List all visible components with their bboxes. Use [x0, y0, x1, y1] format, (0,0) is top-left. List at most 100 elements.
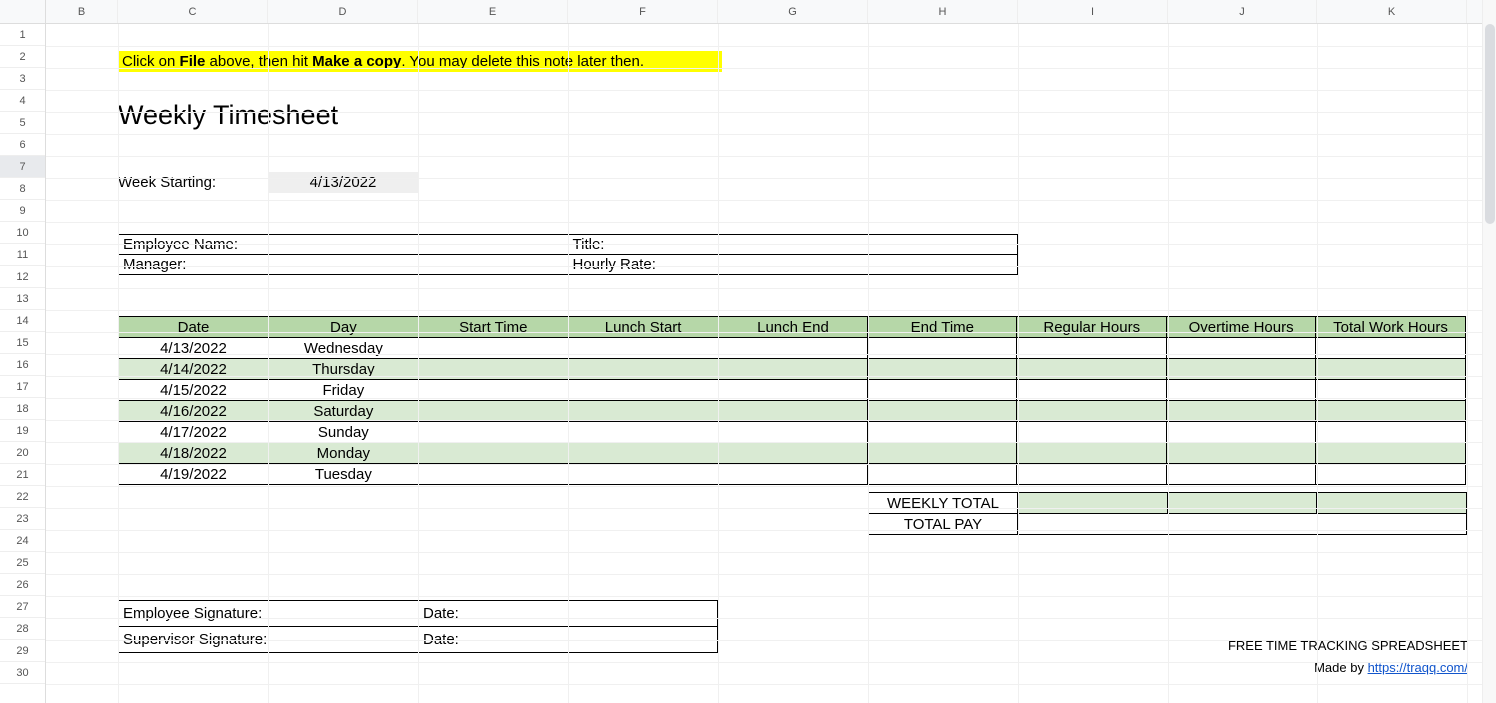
column-header[interactable]: K [1317, 0, 1467, 23]
cell-overtime[interactable] [1167, 464, 1316, 485]
cell-date[interactable]: 4/17/2022 [119, 422, 269, 443]
weekly-total-total[interactable] [1317, 493, 1467, 514]
row-header[interactable]: 6 [0, 134, 45, 156]
header-day[interactable]: Day [268, 317, 418, 338]
row-header[interactable]: 28 [0, 618, 45, 640]
cell-total[interactable] [1316, 464, 1466, 485]
row-header[interactable]: 11 [0, 244, 45, 266]
cell-end[interactable] [868, 422, 1017, 443]
cell-regular[interactable] [1017, 464, 1167, 485]
row-header[interactable]: 29 [0, 640, 45, 662]
cell-start[interactable] [418, 464, 568, 485]
cell-date[interactable]: 4/13/2022 [119, 338, 269, 359]
cell-grid[interactable]: Click on File above, then hit Make a cop… [46, 24, 1496, 703]
cell-total[interactable] [1316, 422, 1466, 443]
row-header[interactable]: 20 [0, 442, 45, 464]
weekly-total-overtime[interactable] [1168, 493, 1317, 514]
column-header[interactable]: H [868, 0, 1018, 23]
cell-day[interactable]: Wednesday [268, 338, 418, 359]
cell-end[interactable] [868, 338, 1017, 359]
header-lunch-start[interactable]: Lunch Start [568, 317, 718, 338]
column-header[interactable]: I [1018, 0, 1168, 23]
cell-overtime[interactable] [1167, 422, 1316, 443]
row-header[interactable]: 9 [0, 200, 45, 222]
column-header[interactable]: B [46, 0, 118, 23]
cell-regular[interactable] [1017, 443, 1167, 464]
weekly-total-label[interactable]: WEEKLY TOTAL [869, 493, 1018, 514]
column-header[interactable]: C [118, 0, 268, 23]
cell-overtime[interactable] [1167, 401, 1316, 422]
cell-end[interactable] [868, 443, 1017, 464]
cell-lunch-end[interactable] [718, 338, 868, 359]
hourly-rate-label[interactable]: Hourly Rate: [568, 255, 1018, 275]
header-lunch-end[interactable]: Lunch End [718, 317, 868, 338]
row-header[interactable]: 13 [0, 288, 45, 310]
cell-lunch-start[interactable] [568, 338, 718, 359]
row-header[interactable]: 23 [0, 508, 45, 530]
weekly-total-regular[interactable] [1018, 493, 1168, 514]
row-header[interactable]: 21 [0, 464, 45, 486]
cell-lunch-start[interactable] [568, 464, 718, 485]
row-header[interactable]: 24 [0, 530, 45, 552]
row-header[interactable]: 3 [0, 68, 45, 90]
row-header[interactable]: 27 [0, 596, 45, 618]
cell-date[interactable]: 4/19/2022 [119, 464, 269, 485]
header-end-time[interactable]: End Time [868, 317, 1017, 338]
row-header[interactable]: 30 [0, 662, 45, 684]
row-header[interactable]: 14 [0, 310, 45, 332]
row-header[interactable]: 26 [0, 574, 45, 596]
header-overtime-hours[interactable]: Overtime Hours [1167, 317, 1316, 338]
manager-label[interactable]: Manager: [119, 255, 569, 275]
total-pay-value[interactable] [1018, 514, 1467, 535]
row-header[interactable]: 5 [0, 112, 45, 134]
row-header[interactable]: 19 [0, 420, 45, 442]
cell-total[interactable] [1316, 443, 1466, 464]
cell-regular[interactable] [1017, 401, 1167, 422]
cell-lunch-start[interactable] [568, 401, 718, 422]
cell-overtime[interactable] [1167, 338, 1316, 359]
week-starting-value[interactable]: 4/13/2022 [268, 172, 418, 193]
cell-day[interactable]: Sunday [268, 422, 418, 443]
cell-total[interactable] [1316, 401, 1466, 422]
cell-regular[interactable] [1017, 338, 1167, 359]
cell-lunch-end[interactable] [718, 464, 868, 485]
row-header[interactable]: 15 [0, 332, 45, 354]
cell-lunch-end[interactable] [718, 401, 868, 422]
cell-end[interactable] [868, 464, 1017, 485]
row-header[interactable]: 10 [0, 222, 45, 244]
cell-overtime[interactable] [1167, 443, 1316, 464]
cell-day[interactable]: Monday [268, 443, 418, 464]
row-header[interactable]: 2 [0, 46, 45, 68]
header-date[interactable]: Date [119, 317, 269, 338]
row-header[interactable]: 1 [0, 24, 45, 46]
cell-regular[interactable] [1017, 422, 1167, 443]
row-header[interactable]: 18 [0, 398, 45, 420]
header-total-work-hours[interactable]: Total Work Hours [1316, 317, 1466, 338]
column-header[interactable]: E [418, 0, 568, 23]
header-start-time[interactable]: Start Time [418, 317, 568, 338]
cell-end[interactable] [868, 401, 1017, 422]
total-pay-label[interactable]: TOTAL PAY [869, 514, 1018, 535]
cell-lunch-end[interactable] [718, 443, 868, 464]
cell-lunch-start[interactable] [568, 422, 718, 443]
column-header[interactable]: D [268, 0, 418, 23]
row-header[interactable]: 4 [0, 90, 45, 112]
row-header[interactable]: 7 [0, 156, 45, 178]
cell-date[interactable]: 4/18/2022 [119, 443, 269, 464]
cell-start[interactable] [418, 443, 568, 464]
cell-lunch-start[interactable] [568, 443, 718, 464]
header-regular-hours[interactable]: Regular Hours [1017, 317, 1167, 338]
cell-lunch-end[interactable] [718, 422, 868, 443]
cell-date[interactable]: 4/16/2022 [119, 401, 269, 422]
row-header[interactable]: 8 [0, 178, 45, 200]
cell-day[interactable]: Tuesday [268, 464, 418, 485]
row-header[interactable]: 16 [0, 354, 45, 376]
row-header[interactable]: 12 [0, 266, 45, 288]
cell-start[interactable] [418, 338, 568, 359]
select-all-corner[interactable] [0, 0, 45, 24]
column-header[interactable]: F [568, 0, 718, 23]
cell-total[interactable] [1316, 338, 1466, 359]
column-header[interactable]: J [1168, 0, 1317, 23]
vertical-scrollbar-thumb[interactable] [1485, 24, 1495, 224]
column-header[interactable]: G [718, 0, 868, 23]
